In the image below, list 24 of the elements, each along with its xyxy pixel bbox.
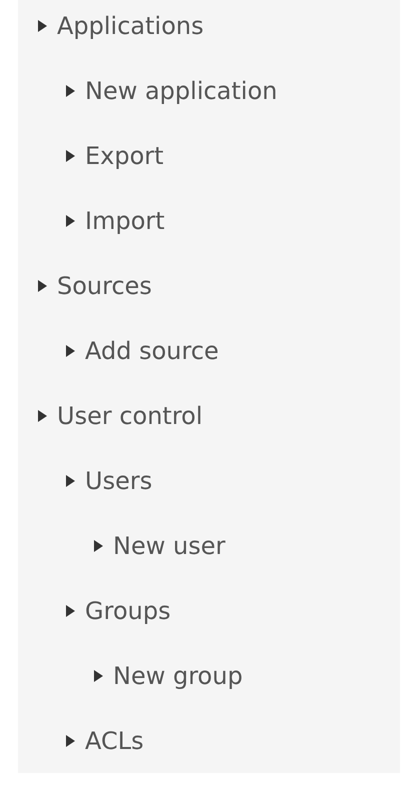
caret-icon (66, 604, 75, 616)
tree-item[interactable]: ACLs (66, 728, 144, 752)
tree-item[interactable]: User control (38, 404, 203, 428)
tree-item[interactable]: Groups (66, 598, 171, 622)
caret-icon (66, 84, 75, 96)
caret-icon (38, 280, 47, 292)
tree-item[interactable]: New group (94, 664, 243, 688)
tree-item[interactable]: New user (94, 534, 226, 558)
tree-item[interactable]: Sources (38, 274, 152, 298)
caret-icon (66, 734, 75, 746)
tree-item[interactable]: New application (66, 78, 278, 102)
caret-icon (38, 410, 47, 422)
caret-icon (38, 20, 47, 32)
tree-item[interactable]: Export (66, 144, 164, 168)
tree-item[interactable]: Import (66, 208, 165, 232)
caret-icon (66, 344, 75, 356)
caret-icon (94, 540, 103, 552)
tree-item[interactable]: Users (66, 468, 152, 492)
caret-icon (66, 150, 75, 162)
caret-icon (94, 670, 103, 682)
tree-item[interactable]: Add source (66, 338, 219, 362)
tree-item[interactable]: Applications (38, 14, 204, 38)
caret-icon (66, 474, 75, 486)
caret-icon (66, 214, 75, 226)
